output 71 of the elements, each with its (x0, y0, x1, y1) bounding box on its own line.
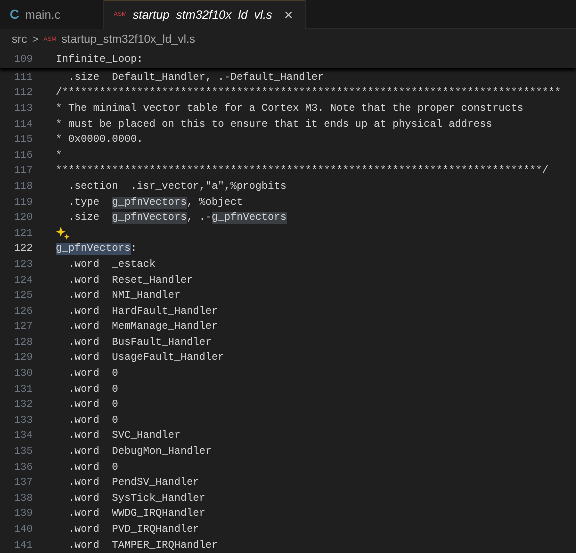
code-line: .word Reset_Handler (67, 274, 194, 287)
code-line: .word 0 (67, 368, 118, 380)
code-line: .word HardFault_Handler (67, 306, 218, 318)
line-number: 123 (13, 258, 33, 271)
line-number: 119 (13, 196, 33, 209)
line-number: 114 (13, 118, 33, 131)
line-number: 125 (13, 290, 33, 302)
line-number: 109 (13, 54, 33, 66)
code-line: * (56, 150, 62, 162)
code-line: .size Default_Handler, .-Default_Handler (67, 72, 324, 84)
code-line: .word UsageFault_Handler (67, 352, 224, 364)
line-number: 136 (13, 462, 33, 474)
breadcrumb-separator: > (32, 34, 39, 46)
line-number: 140 (13, 524, 33, 536)
code-line: .word BusFault_Handler (67, 336, 212, 349)
line-number: 116 (13, 150, 33, 162)
line-number: 124 (13, 274, 33, 287)
code-line: .section .isr_vector,"a",%progbits (67, 180, 287, 193)
code-line: * 0x0000.0000. (56, 134, 144, 146)
code-line: .size g_pfnVectors, .-g_pfnVectors (67, 212, 287, 224)
tab-label: main.c (25, 8, 61, 22)
code-line: Infinite_Loop: (56, 54, 144, 66)
code-line: .word SVC_Handler (67, 430, 181, 442)
code-line: .word 0 (67, 414, 118, 427)
line-number: 128 (13, 336, 33, 349)
sparkle-icon[interactable] (56, 227, 70, 240)
line-number: 112 (13, 87, 33, 100)
line-number: 134 (13, 430, 33, 442)
line-number: 122 (13, 243, 33, 256)
line-number: 135 (13, 446, 33, 458)
code-line: .word PendSV_Handler (67, 477, 200, 490)
line-number: 115 (13, 134, 33, 146)
code-line: * The minimal vector table for a Cortex M3. Note that the proper constructs (56, 102, 524, 115)
code-line: .word WWDG_IRQHandler (67, 508, 206, 520)
file-type-icon: C (10, 7, 20, 22)
line-number: 138 (13, 492, 33, 505)
tab-label: startup_stm32f10x_ld_vl.s (133, 8, 272, 22)
line-number: 118 (13, 180, 33, 193)
line-number: 130 (13, 368, 33, 380)
line-number: 120 (13, 212, 33, 224)
line-number: 113 (13, 102, 33, 115)
code-line: .word PVD_IRQHandler (67, 524, 200, 536)
breadcrumb-file[interactable]: startup_stm32f10x_ld_vl.s (62, 34, 196, 46)
code-line: .word SysTick_Handler (67, 492, 206, 505)
line-number: 117 (13, 165, 33, 178)
line-number: 126 (13, 306, 33, 318)
code-line: .word 0 (67, 399, 118, 412)
code-line: .type g_pfnVectors, %object (67, 196, 244, 209)
breadcrumb-folder[interactable]: src (12, 34, 28, 46)
code-line: .word NMI_Handler (67, 290, 181, 302)
code-line: * must be placed on this to ensure that it ends up at physical address (56, 118, 492, 131)
code-line: .word DebugMon_Handler (67, 446, 212, 458)
code-line: ******************************************************************************/ (56, 165, 549, 178)
line-number: 139 (13, 508, 33, 520)
code-line: .word 0 (67, 384, 118, 396)
line-number: 133 (13, 414, 33, 427)
code-line: .word TAMPER_IRQHandler (67, 540, 218, 552)
line-number: 137 (13, 477, 33, 490)
line-number: 132 (13, 399, 33, 412)
code-line: g_pfnVectors: (56, 243, 138, 256)
line-number: 129 (13, 352, 33, 364)
code-line: .word MemManage_Handler (67, 321, 218, 334)
close-button[interactable]: × (282, 6, 296, 24)
line-number: 127 (13, 321, 33, 334)
line-number: 111 (13, 72, 33, 84)
code-line: .word 0 (67, 462, 118, 474)
code-line: /******************************************************************************** (56, 87, 562, 100)
line-number: 131 (13, 384, 33, 396)
line-number: 121 (13, 228, 33, 240)
line-number: 141 (13, 540, 33, 552)
code-line: .word _estack (67, 258, 156, 271)
